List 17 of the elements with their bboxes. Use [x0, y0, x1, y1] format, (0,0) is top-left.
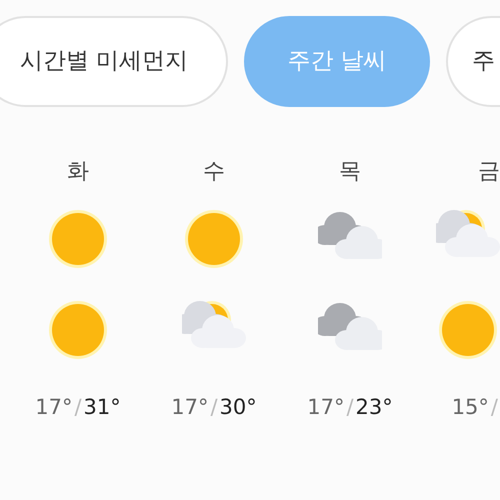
- low-temperature: 17°: [35, 394, 72, 421]
- separator: /: [346, 394, 354, 421]
- high-temperature: 23°: [356, 394, 393, 421]
- tab[interactable]: 시간별 미세먼지: [0, 16, 228, 107]
- low-temperature: 17°: [171, 394, 208, 421]
- separator: /: [490, 394, 498, 421]
- low-temperature: 17°: [307, 394, 344, 421]
- day-label: 금: [478, 158, 500, 186]
- separator: /: [74, 394, 82, 421]
- day-label: 수: [203, 158, 225, 186]
- separator: /: [210, 394, 218, 421]
- tab[interactable]: 주: [446, 16, 500, 107]
- high-temperature: 30°: [220, 394, 257, 421]
- high-temperature: 31°: [84, 394, 121, 421]
- day-label: 목: [339, 158, 361, 186]
- low-temperature: 15°: [452, 394, 489, 421]
- day-label: 화: [67, 158, 89, 186]
